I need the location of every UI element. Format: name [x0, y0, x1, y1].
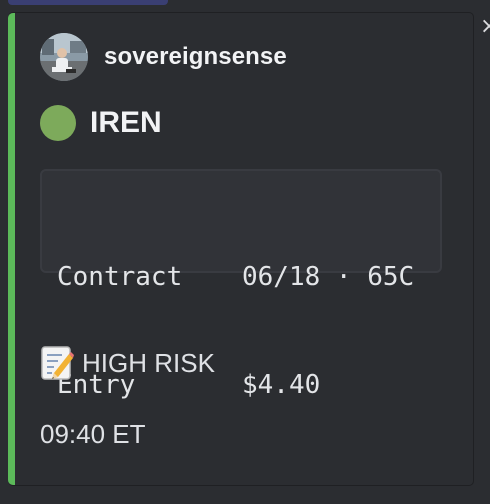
embed-author: sovereignsense	[40, 33, 287, 81]
avatar-image	[40, 33, 88, 81]
embed-accent-bar	[8, 13, 15, 485]
risk-label: HIGH RISK	[82, 347, 215, 378]
ticker-title: IREN	[90, 106, 162, 139]
author-name[interactable]: sovereignsense	[104, 43, 287, 71]
top-tab[interactable]	[8, 0, 168, 5]
memo-icon	[41, 346, 74, 380]
contract-label: Contract	[57, 262, 183, 292]
green-circle-icon	[40, 105, 76, 141]
alert-embed: sovereignsense IREN Contract 06/18 · 65C…	[8, 12, 474, 486]
avatar[interactable]	[40, 33, 88, 81]
contract-row: Contract 06/18 · 65C	[57, 259, 440, 295]
contract-code-block: Contract 06/18 · 65C Entry $4.40	[40, 169, 442, 400]
embed-title: IREN	[40, 103, 162, 143]
alert-time: 09:40 ET	[40, 419, 146, 449]
close-icon[interactable]: ×	[480, 14, 490, 40]
entry-value: $4.40	[242, 370, 321, 400]
risk-note: HIGH RISK	[40, 343, 215, 383]
message-stage: × sovereignsense IREN Contract 06/18 · 6…	[0, 0, 490, 504]
contract-value: 06/18 · 65C	[242, 262, 415, 292]
